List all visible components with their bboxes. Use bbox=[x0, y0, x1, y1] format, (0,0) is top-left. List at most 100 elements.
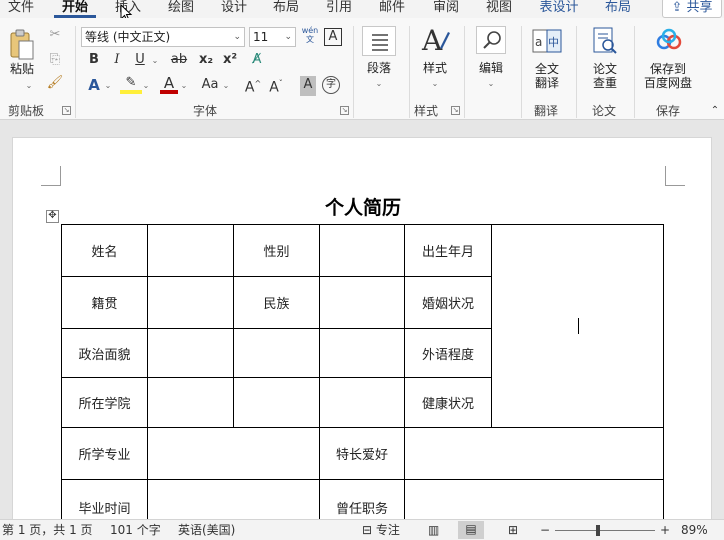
bold-button[interactable]: B bbox=[85, 51, 103, 71]
zoom-out-icon[interactable]: − bbox=[540, 523, 550, 537]
font-color-icon[interactable]: A bbox=[160, 74, 178, 94]
zoom-level[interactable]: 89% bbox=[681, 523, 708, 537]
document-page[interactable]: 个人简历 ✥ 姓名 性别 出生年月 籍贯 民族 婚姻状况 政治面貌 外语程度 所… bbox=[12, 137, 712, 537]
table-cell[interactable]: 民族 bbox=[233, 276, 320, 329]
table-cell[interactable]: 出生年月 bbox=[404, 224, 492, 277]
paste-dropdown-icon[interactable]: ⌄ bbox=[22, 76, 36, 96]
font-name-combo[interactable]: 等线 (中文正文) ⌄ bbox=[81, 27, 245, 47]
table-cell[interactable]: 所在学院 bbox=[61, 377, 148, 428]
zoom-slider[interactable] bbox=[555, 530, 655, 531]
paper-check-line2[interactable]: 查重 bbox=[584, 76, 626, 90]
table-move-handle-icon[interactable]: ✥ bbox=[46, 210, 59, 223]
translate-icon[interactable]: a 中 bbox=[531, 27, 563, 58]
table-cell[interactable]: 婚姻状况 bbox=[404, 276, 492, 329]
character-border-button[interactable]: A bbox=[324, 28, 342, 46]
enclose-characters-button[interactable]: 字 bbox=[322, 76, 340, 94]
table-cell[interactable]: 健康状况 bbox=[404, 377, 492, 428]
format-painter-icon[interactable]: 🖌 bbox=[46, 74, 64, 94]
italic-button[interactable]: I bbox=[108, 51, 126, 71]
language-indicator[interactable]: 英语(美国) bbox=[178, 523, 235, 537]
font-launcher-icon[interactable]: ↘ bbox=[340, 106, 349, 115]
clipboard-launcher-icon[interactable]: ↘ bbox=[62, 106, 71, 115]
tab-layout[interactable]: 布局 bbox=[265, 0, 307, 18]
collapse-ribbon-icon[interactable]: ⌃ bbox=[708, 102, 722, 122]
paste-icon[interactable] bbox=[8, 28, 36, 65]
tab-references[interactable]: 引用 bbox=[318, 0, 360, 18]
styles-icon[interactable]: A bbox=[420, 24, 452, 61]
paragraph-icon[interactable] bbox=[362, 26, 396, 56]
shrink-font-button[interactable]: Aˇ bbox=[266, 75, 286, 96]
tab-file[interactable]: 文件 bbox=[0, 0, 42, 18]
table-cell[interactable]: 性别 bbox=[233, 224, 320, 277]
tab-mailings[interactable]: 邮件 bbox=[371, 0, 413, 18]
paper-check-icon[interactable] bbox=[590, 26, 620, 59]
table-cell[interactable] bbox=[147, 427, 320, 480]
subscript-button[interactable]: x₂ bbox=[196, 51, 216, 71]
tab-draw[interactable]: 绘图 bbox=[160, 0, 202, 18]
editing-dropdown-icon[interactable]: ⌄ bbox=[484, 74, 498, 94]
superscript-button[interactable]: x² bbox=[220, 51, 240, 71]
table-cell[interactable] bbox=[319, 276, 405, 329]
table-cell[interactable]: 特长爱好 bbox=[319, 427, 405, 480]
read-mode-icon[interactable]: ▥ bbox=[428, 523, 439, 537]
table-cell[interactable] bbox=[319, 224, 405, 277]
change-case-dropdown-icon[interactable]: ⌄ bbox=[221, 76, 231, 96]
phonetic-guide-button[interactable]: wén 文 bbox=[299, 26, 321, 46]
editing-label[interactable]: 编辑 bbox=[472, 61, 510, 75]
zoom-slider-thumb[interactable] bbox=[596, 525, 600, 536]
print-layout-icon[interactable]: ▤ bbox=[458, 521, 484, 539]
tab-review[interactable]: 审阅 bbox=[425, 0, 467, 18]
table-cell[interactable]: 政治面貌 bbox=[61, 328, 148, 378]
tab-table-design[interactable]: 表设计 bbox=[532, 0, 586, 18]
character-shading-button[interactable]: A bbox=[300, 76, 316, 96]
tab-design[interactable]: 设计 bbox=[213, 0, 255, 18]
word-count[interactable]: 101 个字 bbox=[110, 523, 161, 537]
table-cell[interactable]: 姓名 bbox=[61, 224, 148, 277]
clear-formatting-icon[interactable]: A̸ bbox=[246, 51, 268, 71]
highlight-dropdown-icon[interactable]: ⌄ bbox=[141, 76, 151, 96]
grow-font-button[interactable]: A^ bbox=[243, 75, 263, 96]
search-icon[interactable] bbox=[476, 26, 506, 54]
cloud-save-icon[interactable] bbox=[654, 28, 684, 57]
paper-check-line1[interactable]: 论文 bbox=[584, 62, 626, 76]
translate-line2[interactable]: 翻译 bbox=[526, 76, 568, 90]
table-cell[interactable] bbox=[233, 377, 320, 428]
table-cell[interactable] bbox=[147, 224, 234, 277]
paragraph-dropdown-icon[interactable]: ⌄ bbox=[372, 74, 386, 94]
page-count[interactable]: 第 1 页，共 1 页 bbox=[2, 523, 93, 537]
tab-home[interactable]: 开始 bbox=[52, 0, 98, 18]
table-cell[interactable]: 所学专业 bbox=[61, 427, 148, 480]
save-cloud-line2[interactable]: 百度网盘 bbox=[640, 76, 696, 90]
table-cell[interactable] bbox=[404, 427, 664, 480]
underline-button[interactable]: U bbox=[131, 51, 149, 71]
table-cell[interactable] bbox=[147, 377, 234, 428]
table-cell[interactable] bbox=[147, 276, 234, 329]
tab-view[interactable]: 视图 bbox=[478, 0, 520, 18]
strikethrough-button[interactable]: ab bbox=[167, 51, 191, 71]
cut-icon[interactable]: ✂ bbox=[46, 26, 64, 46]
table-cell[interactable] bbox=[319, 377, 405, 428]
table-cell[interactable]: 外语程度 bbox=[404, 328, 492, 378]
zoom-in-icon[interactable]: + bbox=[660, 523, 670, 537]
share-button[interactable]: ⇪ 共享 bbox=[662, 0, 722, 18]
save-cloud-line1[interactable]: 保存到 bbox=[640, 62, 696, 76]
highlight-icon[interactable]: ✎ bbox=[120, 74, 142, 94]
text-effects-icon[interactable]: A bbox=[84, 76, 104, 96]
table-cell[interactable] bbox=[233, 328, 320, 378]
change-case-button[interactable]: Aa bbox=[198, 76, 222, 96]
text-effects-dropdown-icon[interactable]: ⌄ bbox=[103, 76, 113, 96]
font-color-dropdown-icon[interactable]: ⌄ bbox=[179, 76, 189, 96]
paragraph-label[interactable]: 段落 bbox=[358, 61, 400, 75]
styles-label[interactable]: 样式 bbox=[416, 61, 454, 75]
translate-line1[interactable]: 全文 bbox=[526, 62, 568, 76]
underline-dropdown-icon[interactable]: ⌄ bbox=[150, 51, 160, 71]
copy-icon[interactable]: ⎘ bbox=[46, 51, 64, 71]
table-cell[interactable]: 籍贯 bbox=[61, 276, 148, 329]
document-title[interactable]: 个人简历 bbox=[13, 193, 713, 220]
font-size-combo[interactable]: 11 ⌄ bbox=[249, 27, 296, 47]
focus-mode-button[interactable]: ⊟ 专注 bbox=[362, 523, 400, 537]
web-layout-icon[interactable]: ⊞ bbox=[508, 523, 518, 537]
styles-dropdown-icon[interactable]: ⌄ bbox=[428, 74, 442, 94]
table-cell[interactable] bbox=[147, 328, 234, 378]
resume-table[interactable]: 姓名 性别 出生年月 籍贯 民族 婚姻状况 政治面貌 外语程度 所在学院 健康状… bbox=[61, 224, 664, 540]
